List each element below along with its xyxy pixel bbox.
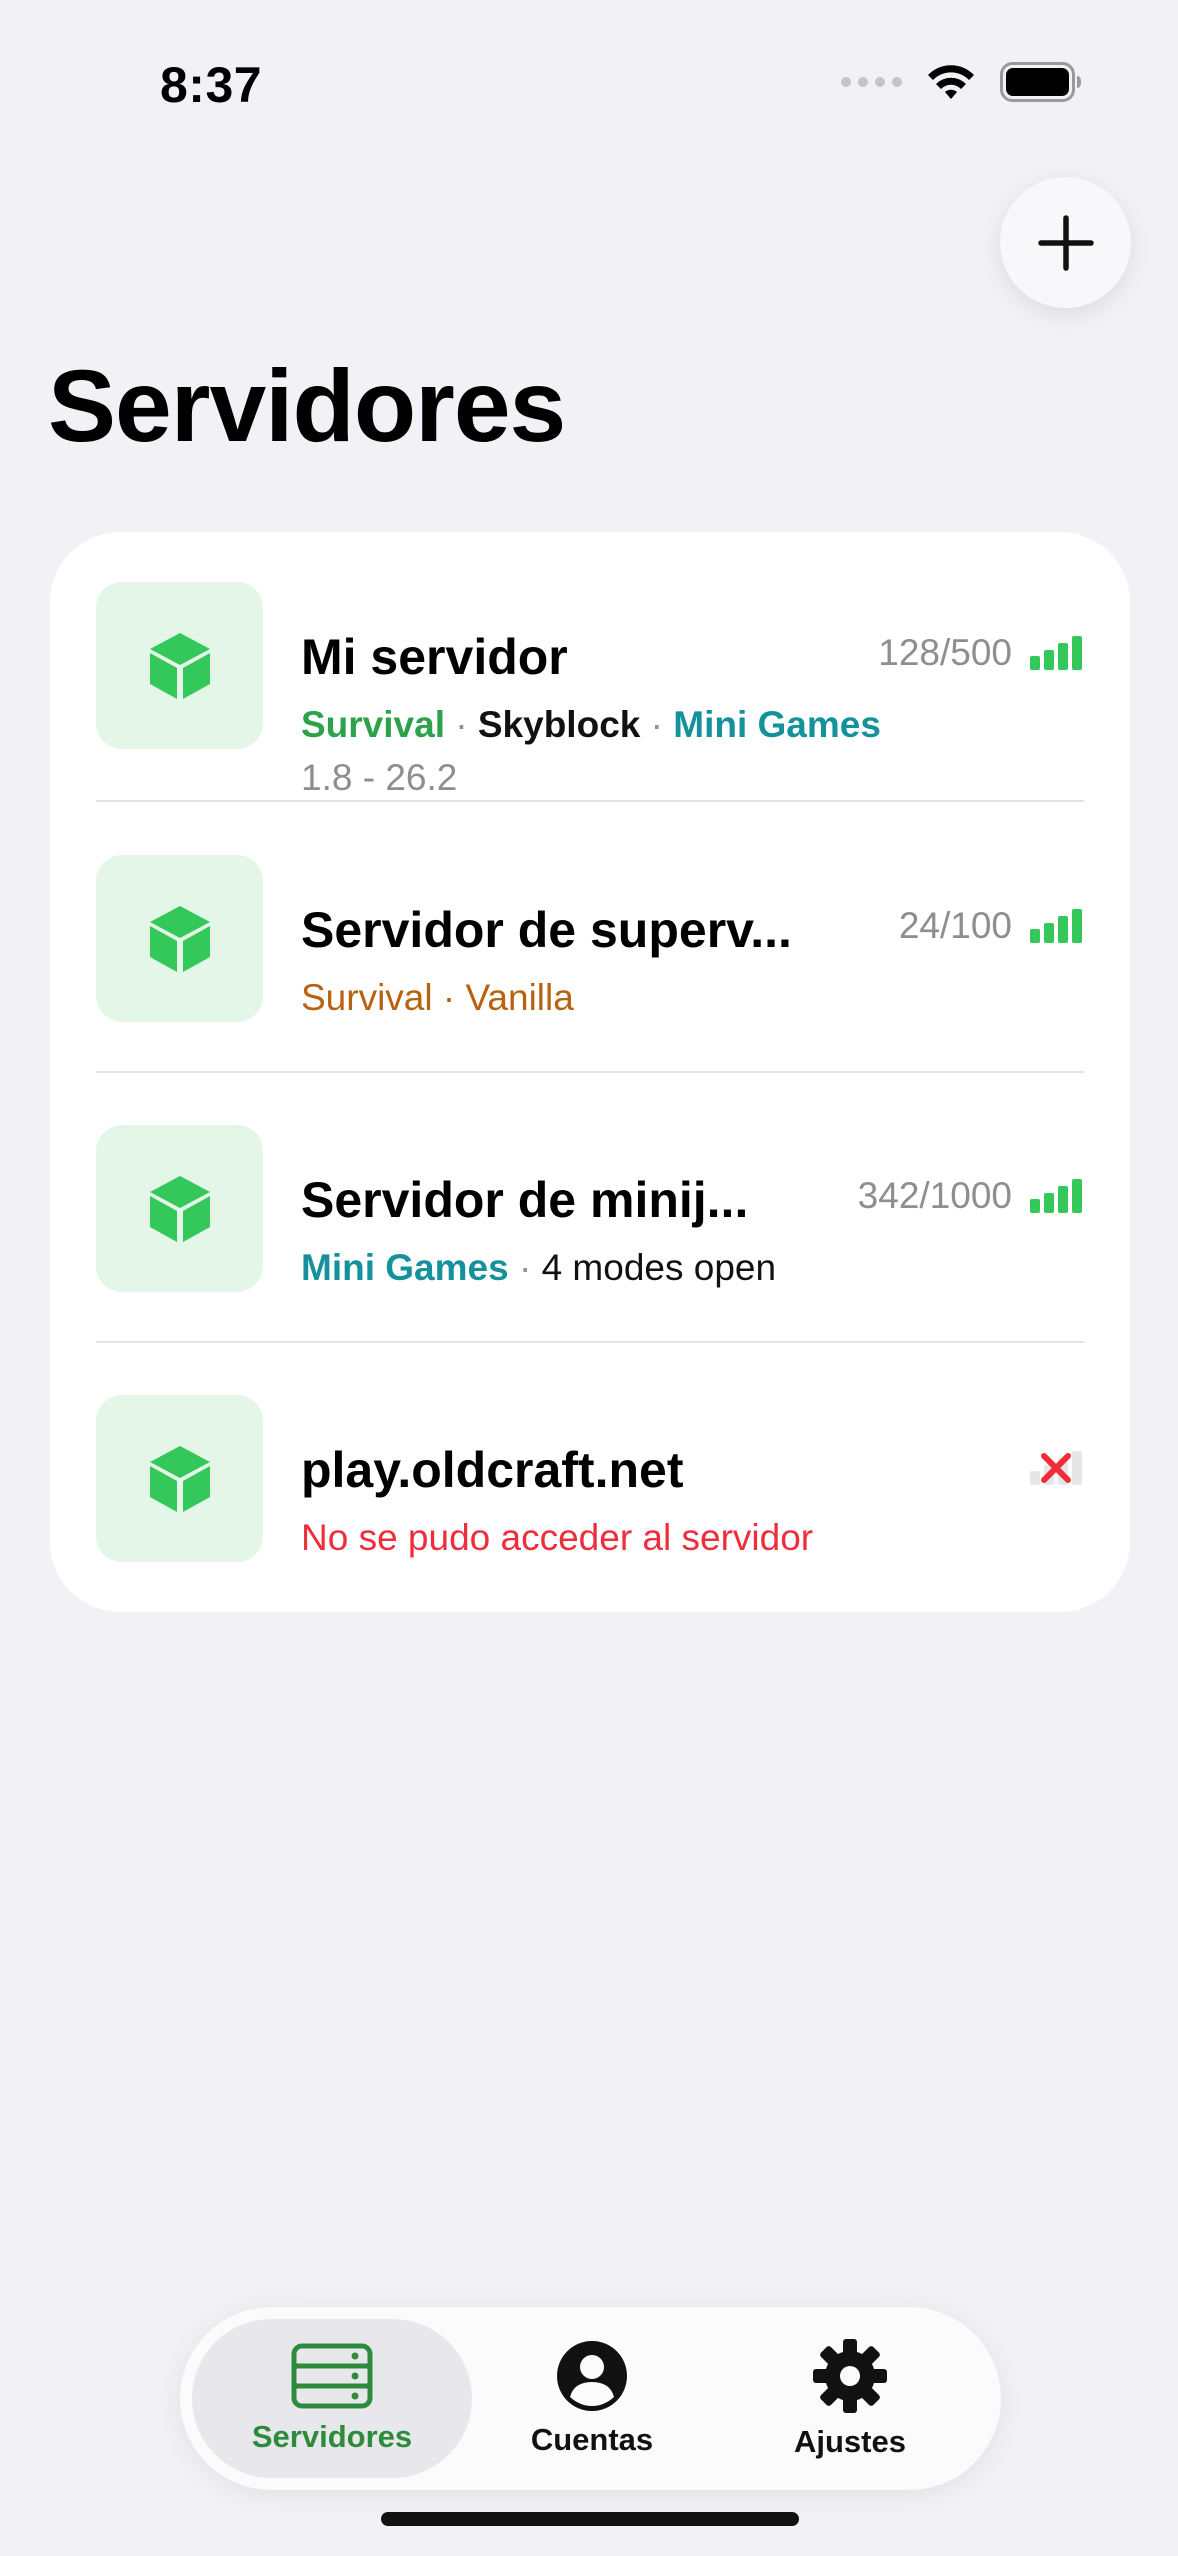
cube-icon <box>149 1175 210 1242</box>
server-error-message: No se pudo acceder al servidor <box>301 1517 814 1558</box>
account-icon <box>557 2340 627 2411</box>
tab-label: Servidores <box>251 2418 413 2454</box>
tab-servidores[interactable]: Servidores <box>192 2319 472 2478</box>
tag-label: 4 modes open <box>541 1247 777 1288</box>
tab-bar: Servidores Cuentas Ajustes <box>180 2307 1001 2490</box>
tag-label: Mini Games <box>673 704 881 745</box>
tag-label: Mini Games <box>301 1247 509 1288</box>
plus-icon <box>1037 214 1094 271</box>
server-icon-tile <box>96 855 263 1022</box>
row-divider <box>96 800 1084 802</box>
signal-bars-icon <box>1030 909 1082 943</box>
server-row[interactable]: Servidor de superv... 24/100 Survival · … <box>96 855 1084 1025</box>
server-name: Servidor de minij... <box>301 1172 749 1228</box>
player-count: 128/500 <box>878 632 1012 673</box>
tag-separator: · <box>518 1247 532 1288</box>
server-version: 1.8 - 26.2 <box>301 757 458 798</box>
server-icon-tile <box>96 1395 263 1562</box>
row-divider <box>96 1341 1084 1343</box>
server-name: play.oldcraft.net <box>301 1442 684 1498</box>
cube-icon <box>149 1445 210 1512</box>
tab-label: Ajustes <box>794 2423 906 2459</box>
home-indicator[interactable] <box>381 2512 799 2526</box>
signal-bars-icon <box>1030 636 1082 670</box>
server-name: Servidor de superv... <box>301 902 792 958</box>
battery-icon <box>1000 62 1081 102</box>
tag-separator: · <box>650 704 663 745</box>
server-tags: Survival · Skyblock · Mini Games <box>301 704 881 746</box>
no-connection-icon <box>1030 1451 1082 1485</box>
tab-cuentas[interactable]: Cuentas <box>452 2319 732 2478</box>
server-tags: Survival · Vanilla <box>301 977 574 1019</box>
server-row[interactable]: Mi servidor 128/500 Survival · Skyblock … <box>96 582 1084 798</box>
player-count: 24/100 <box>898 905 1012 946</box>
servers-screen: 8:37 Servidores Mi servidor 128/500 Surv… <box>0 0 1178 2556</box>
tag-label: Survival <box>301 977 433 1018</box>
status-indicators <box>841 62 1082 102</box>
tag-label: Skyblock <box>477 704 641 745</box>
wifi-icon <box>928 65 974 99</box>
tag-label: Survival <box>301 704 445 745</box>
add-server-button[interactable] <box>1000 177 1131 308</box>
server-tags: Mini Games · 4 modes open <box>301 1247 776 1289</box>
server-icon <box>291 2343 373 2408</box>
player-count: 342/1000 <box>857 1175 1012 1216</box>
tag-separator: · <box>442 977 456 1018</box>
page-title: Servidores <box>48 349 566 463</box>
row-divider <box>96 1071 1084 1073</box>
cube-icon <box>149 632 210 699</box>
cube-icon <box>149 905 210 972</box>
gear-icon <box>813 2338 887 2413</box>
status-time: 8:37 <box>160 57 263 113</box>
server-name: Mi servidor <box>301 629 568 685</box>
signal-bars-icon <box>1030 1179 1082 1213</box>
cellular-signal-icon <box>841 77 902 87</box>
server-list: Mi servidor 128/500 Survival · Skyblock … <box>50 532 1130 1612</box>
tab-ajustes[interactable]: Ajustes <box>710 2319 990 2478</box>
server-icon-tile <box>96 1125 263 1292</box>
tag-separator: · <box>455 704 468 745</box>
server-row[interactable]: Servidor de minij... 342/1000 Mini Games… <box>96 1125 1084 1295</box>
server-icon-tile <box>96 582 263 749</box>
server-row[interactable]: play.oldcraft.net No se pudo acceder al … <box>96 1395 1084 1565</box>
tag-label: Vanilla <box>465 977 574 1018</box>
tab-label: Cuentas <box>530 2421 654 2457</box>
